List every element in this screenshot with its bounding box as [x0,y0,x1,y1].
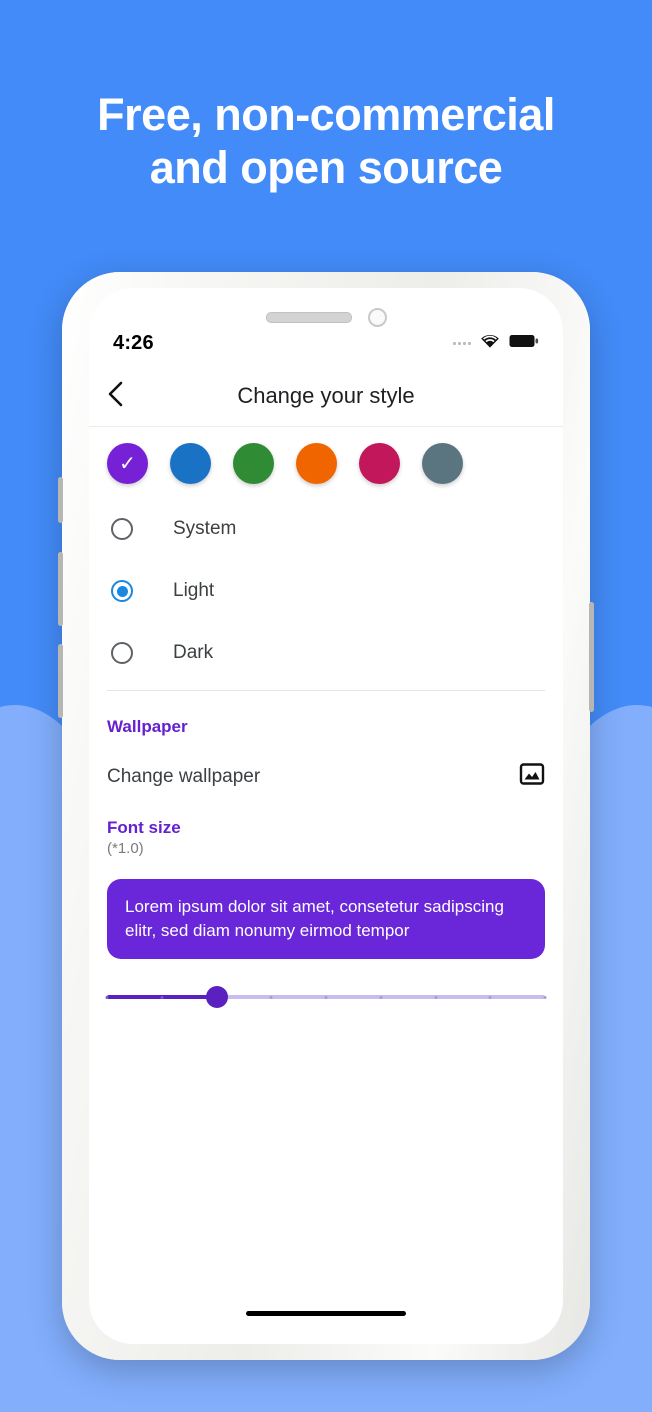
page-title: Change your style [237,383,415,408]
theme-mode-label-dark: Dark [173,642,214,663]
phone-top-hardware [89,306,563,328]
change-wallpaper-row[interactable]: Change wallpaper [89,737,563,792]
status-bar-icons [453,333,539,354]
radio-unchecked-icon [111,518,133,540]
status-bar-time: 4:26 [113,331,154,354]
battery-full-icon [509,333,539,354]
theme-swatch-orange[interactable] [296,443,337,484]
slider-tick [105,995,109,999]
theme-swatch-slate[interactable] [422,443,463,484]
check-icon: ✓ [119,452,136,475]
phone-silence-switch[interactable] [58,477,63,523]
signal-dots-icon [453,341,471,345]
theme-color-swatch-row: ✓ [89,427,563,498]
theme-mode-option-system[interactable]: System [89,498,563,560]
phone-screen: 4:26 Change your style ✓ System Light Da… [89,288,563,1344]
back-button[interactable] [89,381,143,412]
theme-mode-option-dark[interactable]: Dark [89,622,563,684]
phone-volume-up-button[interactable] [58,552,63,626]
slider-tick [543,995,547,999]
radio-checked-icon [111,580,133,602]
font-size-section-header: Font size [107,818,181,837]
slider-tick [434,995,437,999]
promo-headline: Free, non-commercial and open source [0,88,652,194]
font-size-preview-card: Lorem ipsum dolor sit amet, consetetur s… [107,879,545,960]
theme-swatch-green[interactable] [233,443,274,484]
slider-tick [269,995,273,999]
theme-mode-label-light: Light [173,580,215,601]
status-bar: 4:26 [89,326,563,360]
slider-thumb[interactable] [205,986,228,1009]
phone-power-button[interactable] [589,602,594,712]
font-size-value-label: (*1.0) [107,840,144,857]
app-bar: Change your style [89,366,563,427]
change-wallpaper-label: Change wallpaper [107,765,261,787]
wifi-icon [479,333,501,354]
radio-unchecked-icon [111,642,133,664]
promo-headline-line2: and open source [149,142,503,194]
home-indicator-bar [246,1311,406,1316]
theme-mode-option-light[interactable]: Light [89,560,563,622]
phone-mockup: 4:26 Change your style ✓ System Light Da… [58,272,594,1360]
slider-tick [379,995,383,999]
front-camera-icon [367,307,387,327]
theme-swatch-blue[interactable] [170,443,211,484]
slider-tick [160,995,164,999]
image-icon[interactable] [519,761,545,792]
speaker-grille-icon [265,311,352,323]
settings-content: ✓ System Light Dark Wallpaper Change wal… [89,427,563,1017]
chevron-left-icon [106,381,126,412]
font-size-slider[interactable] [105,977,547,1017]
promo-headline-line1: Free, non-commercial [97,89,555,140]
theme-swatch-purple[interactable]: ✓ [107,443,148,484]
theme-mode-label-system: System [173,518,237,539]
phone-volume-down-button[interactable] [58,644,63,718]
wallpaper-section-header: Wallpaper [107,717,188,736]
slider-tick [324,995,328,999]
theme-swatch-pink[interactable] [359,443,400,484]
slider-tick [488,995,492,999]
